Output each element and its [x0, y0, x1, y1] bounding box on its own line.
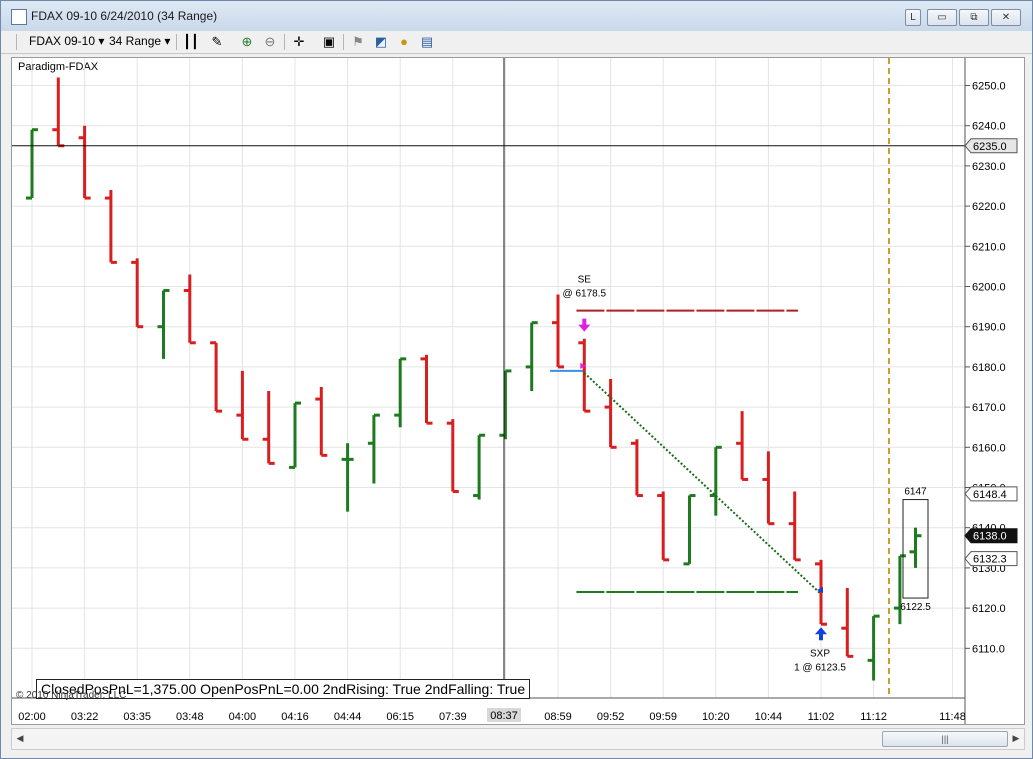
toolbar-separator	[176, 34, 177, 50]
lower-price-marker-label: 6132.3	[973, 554, 1007, 566]
link-button[interactable]: L	[905, 9, 921, 26]
crosshair-price-label: 6235.0	[973, 141, 1007, 153]
interval-label: 34 Range	[109, 34, 162, 48]
crosshair-icon[interactable]: ✛	[291, 34, 307, 50]
time-tick-label: 07:39	[439, 711, 467, 723]
time-tick-label: 03:48	[176, 711, 204, 723]
chevron-down-icon: ▾	[164, 34, 171, 48]
price-tick-label: 6200.0	[972, 282, 1006, 294]
chevron-down-icon: ▾	[98, 34, 105, 48]
money-icon[interactable]: ●	[396, 34, 412, 50]
price-tick-label: 6250.0	[972, 81, 1006, 93]
upper-price-marker-label: 6148.4	[973, 489, 1007, 501]
exit-price-label: 1 @ 6123.5	[794, 662, 846, 673]
price-tick-label: 6120.0	[972, 603, 1006, 615]
price-tick-label: 6230.0	[972, 161, 1006, 173]
time-tick-label: 11:48	[939, 711, 966, 723]
time-tick-label: 09:52	[597, 711, 625, 723]
price-tick-label: 6110.0	[972, 643, 1005, 655]
time-tick-label: 02:00	[18, 711, 46, 723]
time-tick-label: 11:02	[808, 711, 835, 723]
last-price-marker-label: 6138.0	[973, 531, 1007, 543]
zoom-out-icon[interactable]: ⊖	[262, 34, 278, 50]
draw-pen-icon[interactable]: ✎	[209, 34, 225, 50]
price-tick-label: 6220.0	[972, 201, 1006, 213]
time-tick-label: 08:59	[544, 711, 572, 723]
time-tick-label: 06:15	[386, 711, 414, 723]
strategy-icon[interactable]: ⚑	[350, 34, 366, 50]
price-tick-label: 6240.0	[972, 121, 1006, 133]
time-tick-label: 04:44	[334, 711, 362, 723]
price-tick-label: 6180.0	[972, 362, 1006, 374]
time-tick-label: 04:16	[281, 711, 309, 723]
chart-app-icon	[11, 9, 27, 25]
entry-arrow-icon	[578, 318, 591, 332]
chart-window: FDAX 09-10 6/24/2010 (34 Range) L ▭ ⧉ ✕ …	[0, 0, 1033, 759]
entry-price-label: @ 6178.5	[563, 289, 607, 300]
time-tick-label: 10:20	[702, 711, 730, 723]
time-tick-label: 11:12	[860, 711, 887, 723]
properties-icon[interactable]: ▣	[321, 34, 337, 50]
bar-style-icon[interactable]: ┃┃	[183, 34, 199, 50]
time-tick-label: 09:59	[649, 711, 677, 723]
range-low-label: 6122.5	[900, 602, 931, 613]
window-title: FDAX 09-10 6/24/2010 (34 Range)	[31, 9, 218, 23]
scroll-right-icon[interactable]: ▶	[1010, 732, 1022, 744]
toolbar-separator	[343, 34, 344, 50]
toolbar-separator	[284, 34, 285, 50]
instrument-selector[interactable]: FDAX 09-10 ▾	[29, 34, 104, 48]
data-box-icon[interactable]: ▤	[419, 34, 435, 50]
time-tick-label: 10:44	[755, 711, 783, 723]
price-chart[interactable]: 6110.06120.06130.06140.06150.06160.06170…	[12, 58, 1024, 724]
range-high-label: 6147	[904, 487, 927, 498]
maximize-button[interactable]: ⧉	[959, 9, 989, 26]
indicator-icon[interactable]: ◩	[373, 34, 389, 50]
time-tick-label: 03:22	[71, 711, 99, 723]
crosshair-time-label: 08:37	[490, 710, 518, 722]
exit-signal-label: SXP	[810, 648, 830, 659]
copyright-text: © 2010 NinjaTrader, LLC	[16, 690, 127, 701]
chart-panel[interactable]: Paradigm-FDAX 6110.06120.06130.06140.061…	[11, 57, 1025, 725]
instrument-label: FDAX 09-10	[29, 34, 96, 48]
interval-selector[interactable]: 34 Range ▾	[109, 34, 170, 48]
exit-arrow-icon	[815, 627, 827, 641]
price-tick-label: 6160.0	[972, 442, 1006, 454]
minimize-button[interactable]: ▭	[927, 9, 957, 26]
price-tick-label: 6170.0	[972, 402, 1006, 414]
zoom-in-icon[interactable]: ⊕	[239, 34, 255, 50]
scroll-left-icon[interactable]: ◀	[14, 732, 26, 744]
price-tick-label: 6210.0	[972, 241, 1006, 253]
price-tick-label: 6190.0	[972, 322, 1006, 334]
horizontal-scrollbar[interactable]: ◀ ||| ▶	[11, 728, 1025, 750]
chart-toolbar: FDAX 09-10 ▾ 34 Range ▾ ┃┃ ✎ ⊕ ⊖ ✛ ▣ ⚑ ◩…	[1, 31, 1032, 54]
close-button[interactable]: ✕	[991, 9, 1021, 26]
time-tick-label: 04:00	[229, 711, 257, 723]
title-bar[interactable]: FDAX 09-10 6/24/2010 (34 Range) L ▭ ⧉ ✕	[1, 1, 1032, 31]
entry-signal-label: SE	[578, 274, 592, 285]
trade-connector-line	[583, 372, 822, 595]
toolbar-separator	[16, 34, 17, 50]
time-tick-label: 03:35	[123, 711, 151, 723]
scroll-thumb[interactable]: |||	[882, 731, 1008, 747]
